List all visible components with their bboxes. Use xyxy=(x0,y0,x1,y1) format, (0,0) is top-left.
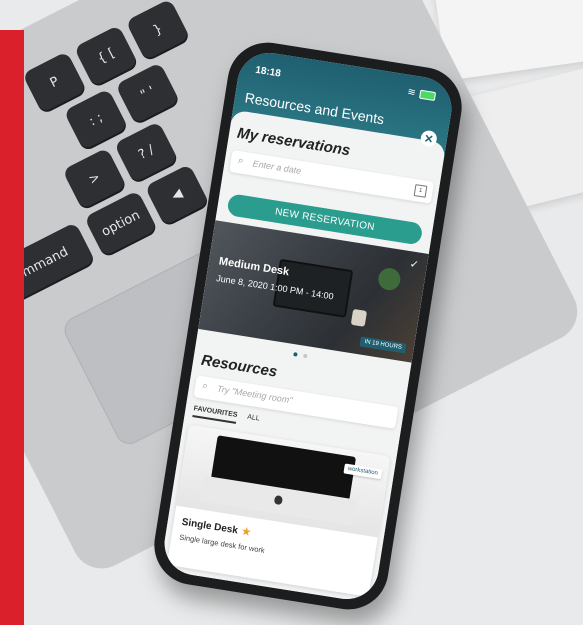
search-icon: ⌕ xyxy=(237,155,245,167)
key-bracket-right: } xyxy=(125,0,190,61)
search-icon: ⌕ xyxy=(201,380,209,393)
carousel-dot-1[interactable] xyxy=(293,352,298,357)
brand-red-bar xyxy=(0,30,24,625)
status-icons: ≋ xyxy=(407,87,437,102)
calendar-icon[interactable]: 1 xyxy=(413,184,428,198)
date-search-input[interactable]: ⌕ Enter a date 1 xyxy=(229,150,435,204)
tab-all[interactable]: ALL xyxy=(246,414,260,428)
star-icon[interactable]: ★ xyxy=(241,526,252,538)
check-icon: ✓ xyxy=(408,258,420,272)
key-arrow-left: ◀ xyxy=(144,163,210,226)
desk-photo-plant xyxy=(376,266,402,292)
time-until-badge: IN 19 HOURS xyxy=(359,336,407,354)
wifi-icon: ≋ xyxy=(406,86,417,99)
desk-photo-mug xyxy=(350,308,368,327)
battery-icon xyxy=(418,89,437,102)
carousel-dot-2[interactable] xyxy=(302,353,308,359)
key-quote: " ' xyxy=(115,62,180,125)
date-search-placeholder: Enter a date xyxy=(251,158,302,176)
status-time: 18:18 xyxy=(254,64,282,80)
background-scene: P { [ } : ; " ' ? / > option mmand ◀ 18:… xyxy=(0,0,583,625)
resource-description: Single large desk for work xyxy=(178,532,266,555)
